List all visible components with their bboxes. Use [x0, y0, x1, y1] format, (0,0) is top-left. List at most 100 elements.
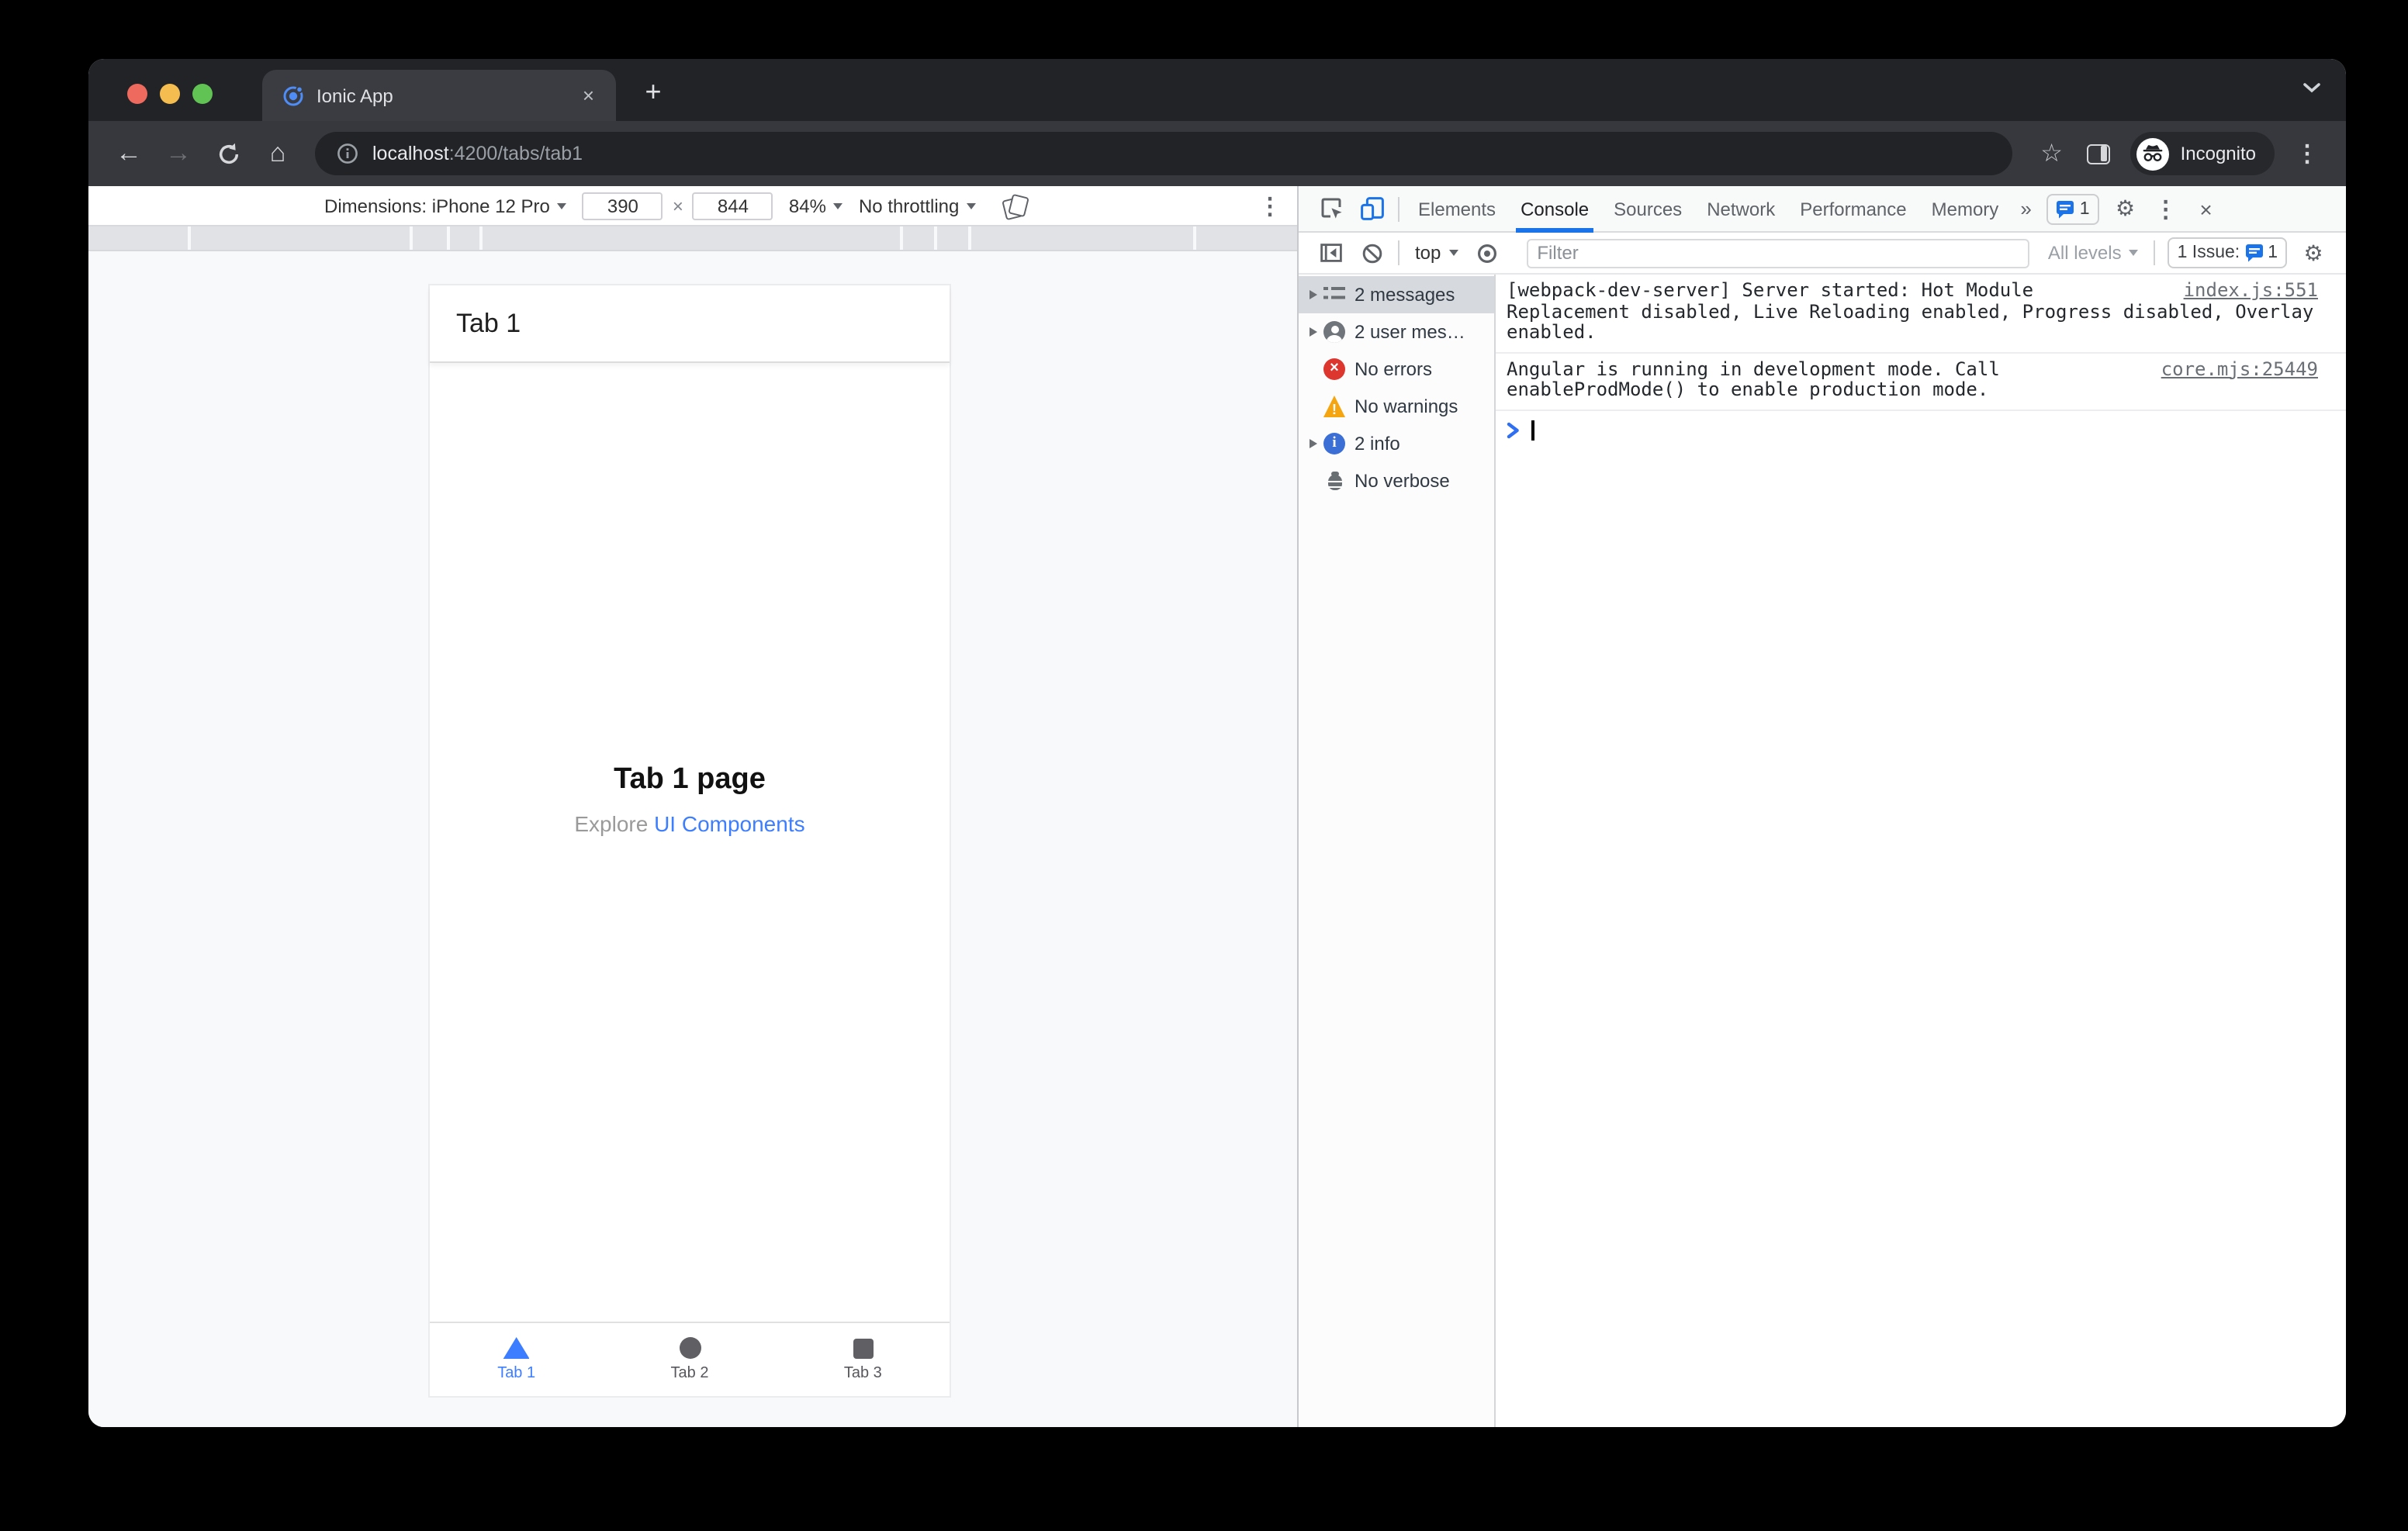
console-sidebar-toggle-icon[interactable]	[1311, 233, 1351, 273]
forward-icon[interactable]: →	[157, 132, 200, 175]
sidebar-item-label: 2 info	[1354, 433, 1400, 454]
issue-count: 1	[2268, 244, 2278, 262]
url-host: localhost	[372, 143, 449, 164]
devtools-close-icon[interactable]: ×	[2186, 188, 2226, 229]
app-tab-item[interactable]: Tab 3	[777, 1323, 950, 1396]
device-height-input[interactable]	[692, 192, 773, 219]
execution-context-select[interactable]: top	[1406, 242, 1467, 264]
app-tab-item[interactable]: Tab 1	[430, 1323, 603, 1396]
divider	[1398, 240, 1399, 265]
app-tab-item[interactable]: Tab 2	[603, 1323, 776, 1396]
reload-icon[interactable]	[206, 132, 250, 175]
sidebar-item-icon	[1323, 284, 1345, 306]
source-link[interactable]: core.mjs:25449	[2161, 358, 2318, 380]
site-info-icon[interactable]	[337, 143, 358, 164]
sidebar-item-label: No errors	[1354, 358, 1433, 380]
prompt-chevron-icon	[1507, 421, 1519, 438]
console-toolbar: top All levels	[1299, 233, 2346, 275]
more-tabs-chevron[interactable]: »	[2011, 197, 2040, 220]
side-panel-icon[interactable]	[2078, 133, 2119, 174]
divider	[1398, 196, 1399, 221]
screenshot-canvas: Ionic App × + ← → ⌂ localhost:4200/tabs/…	[0, 0, 2408, 1531]
devtools-tab[interactable]: Memory	[1919, 185, 2012, 232]
toggle-device-toolbar-icon[interactable]	[1351, 188, 1392, 229]
devtools-tab[interactable]: Performance	[1787, 185, 1918, 232]
console-sidebar-item[interactable]: No verbose	[1299, 462, 1494, 499]
console-sidebar: 2 messages 2 user mes… × No errors ! No …	[1299, 275, 1496, 1427]
sidebar-item-label: No verbose	[1354, 470, 1450, 492]
zoom-select[interactable]: 84%	[789, 195, 843, 216]
sidebar-item-icon	[1323, 396, 1345, 417]
disclosure-triangle-icon[interactable]	[1310, 327, 1317, 337]
clear-console-icon[interactable]	[1351, 233, 1392, 273]
zoom-value: 84%	[788, 195, 826, 216]
window-close-button[interactable]	[127, 84, 147, 104]
home-icon[interactable]: ⌂	[256, 132, 299, 175]
devtools-tab[interactable]: Sources	[1601, 185, 1694, 232]
device-emulation-pane: Dimensions: iPhone 12 Pro × 84% N	[88, 186, 1297, 1427]
devtools-tab-bar: Elements Console Sources Network Perform…	[1299, 186, 2346, 233]
ui-components-link[interactable]: UI Components	[654, 811, 805, 836]
browser-tab[interactable]: Ionic App ×	[262, 70, 616, 121]
issue-label: 1 Issue:	[2177, 244, 2240, 262]
disclosure-triangle-icon[interactable]	[1310, 439, 1317, 448]
window-zoom-button[interactable]	[192, 84, 213, 104]
app-content: Tab 1 page Explore UI Components	[430, 363, 950, 1322]
incognito-label: Incognito	[2180, 143, 2256, 164]
issues-button[interactable]: 1 Issue: 1	[2168, 237, 2287, 268]
bookmark-star-icon[interactable]: ☆	[2032, 133, 2072, 174]
chevron-down-icon	[557, 202, 567, 209]
console-sidebar-item[interactable]: 2 user mes…	[1299, 313, 1494, 351]
disclosure-triangle-icon[interactable]	[1310, 290, 1317, 299]
new-tab-button[interactable]: +	[635, 73, 672, 110]
inspect-element-icon[interactable]	[1311, 188, 1351, 229]
live-expression-eye-icon[interactable]	[1467, 233, 1507, 273]
console-prompt[interactable]	[1496, 410, 2346, 440]
console-filter-input[interactable]	[1526, 238, 2029, 268]
rotate-device-icon[interactable]	[1004, 194, 1027, 217]
devtools-tab[interactable]: Console	[1508, 185, 1601, 232]
throttling-value: No throttling	[858, 195, 960, 216]
browser-toolbar: ← → ⌂ localhost:4200/tabs/tab1 ☆ Incogni…	[88, 121, 2346, 186]
text-cursor	[1531, 420, 1534, 440]
devtools-menu-icon[interactable]: ⋮	[2146, 188, 2186, 229]
url-path: :4200/tabs/tab1	[448, 143, 583, 164]
log-levels-select[interactable]: All levels	[2048, 242, 2139, 264]
devtools-tab[interactable]: Elements	[1406, 185, 1508, 232]
app-header: Tab 1	[430, 285, 950, 363]
app-tab-label: Tab 2	[670, 1365, 709, 1382]
window-minimize-button[interactable]	[160, 84, 180, 104]
context-value: top	[1415, 242, 1441, 264]
devtools-tab[interactable]: Network	[1694, 185, 1787, 232]
app-tab-label: Tab 1	[497, 1365, 536, 1382]
message-text: Angular is running in development mode. …	[1507, 358, 2000, 400]
settings-gear-icon[interactable]: ⚙	[2105, 188, 2146, 229]
dimensions-times: ×	[672, 195, 683, 216]
back-icon[interactable]: ←	[107, 132, 150, 175]
window-content: Dimensions: iPhone 12 Pro × 84% N	[88, 186, 2346, 1427]
chevron-down-icon	[967, 202, 977, 209]
console-sidebar-item[interactable]: No warnings	[1299, 388, 1494, 425]
console-sidebar-item[interactable]: 2 messages	[1299, 276, 1494, 313]
device-toolbar-menu-icon[interactable]: ⋮	[1258, 192, 1282, 219]
device-select[interactable]: Dimensions: iPhone 12 Pro	[324, 195, 567, 216]
console-settings-gear-icon[interactable]: ⚙	[2293, 233, 2334, 273]
device-viewport: Tab 1 Tab 1 page Explore UI Components T…	[430, 285, 950, 1396]
tab-search-chevron-icon[interactable]	[2302, 82, 2321, 93]
page-subtitle: Explore UI Components	[430, 811, 950, 836]
issue-chat-icon	[2057, 199, 2075, 218]
console-sidebar-item[interactable]: 2 info	[1299, 425, 1494, 462]
address-bar[interactable]: localhost:4200/tabs/tab1	[315, 132, 2013, 175]
app-tab-bar: Tab 1 Tab 2 Tab 3	[430, 1322, 950, 1396]
console-sidebar-item[interactable]: No errors	[1299, 351, 1494, 388]
device-width-input[interactable]	[582, 192, 663, 219]
incognito-profile-chip[interactable]: Incognito	[2130, 132, 2275, 175]
console-message: index.js:551 [webpack-dev-server] Server…	[1496, 275, 2346, 353]
issues-badge[interactable]: 1	[2046, 193, 2099, 224]
console-message: core.mjs:25449 Angular is running in dev…	[1496, 353, 2346, 410]
app-tab-icon	[853, 1338, 874, 1358]
tab-close-icon[interactable]: ×	[576, 84, 600, 107]
throttling-select[interactable]: No throttling	[858, 195, 977, 216]
source-link[interactable]: index.js:551	[2184, 280, 2318, 302]
browser-menu-icon[interactable]: ⋮	[2287, 133, 2327, 174]
